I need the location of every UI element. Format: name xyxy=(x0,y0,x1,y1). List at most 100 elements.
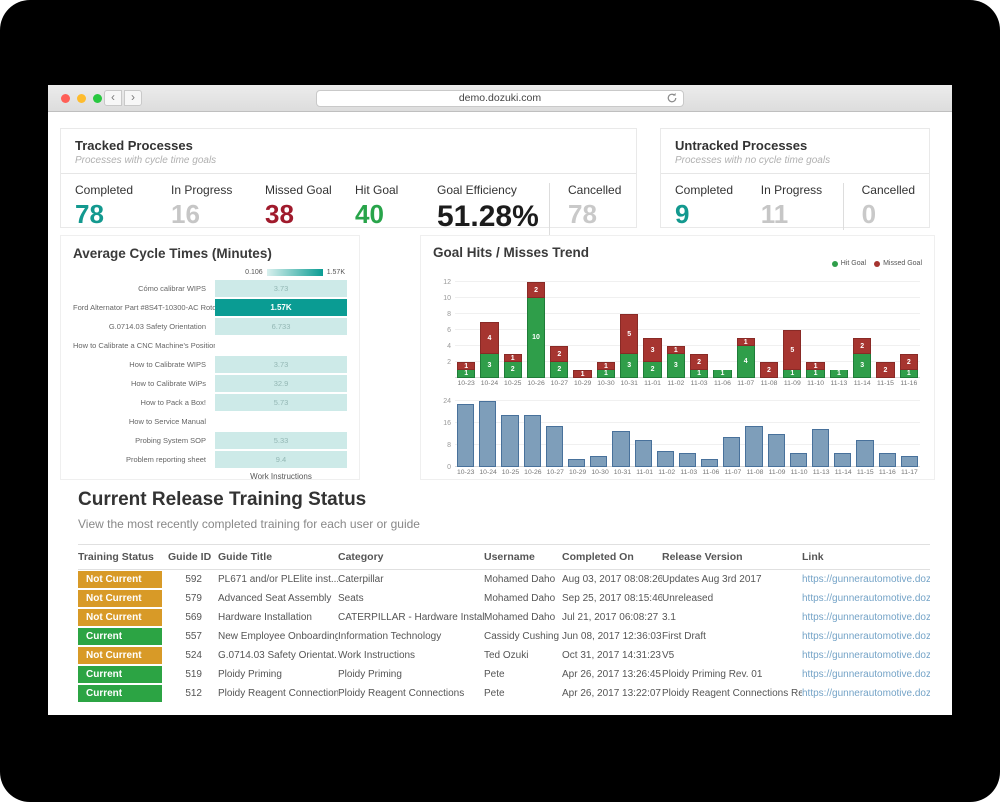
missed-goal-segment[interactable]: 1 xyxy=(667,346,685,354)
trend-bar-10-31: 53 xyxy=(620,282,638,378)
guide-link[interactable]: https://gunnerautomotive.dozuki.co... xyxy=(802,612,930,623)
hit-goal-segment[interactable]: 2 xyxy=(504,362,522,378)
guide-link[interactable]: https://gunnerautomotive.dozuki.co... xyxy=(802,574,930,585)
hit-goal-segment[interactable]: 2 xyxy=(550,362,568,378)
hit-goal-segment[interactable]: 1 xyxy=(783,370,801,378)
volume-bar[interactable] xyxy=(901,456,918,467)
missed-goal-segment[interactable]: 1 xyxy=(457,362,475,370)
hit-goal-segment[interactable]: 1 xyxy=(597,370,615,378)
guide-link[interactable]: https://gunnerautomotive.dozuki.co... xyxy=(802,688,930,699)
missed-goal-segment[interactable]: 2 xyxy=(527,282,545,298)
reload-icon[interactable] xyxy=(665,92,678,105)
x-tick-label: 11-02 xyxy=(667,380,685,387)
missed-goal-segment[interactable]: 2 xyxy=(760,362,778,378)
completed-on-cell: Aug 03, 2017 08:08:26 xyxy=(562,570,662,590)
missed-goal-segment[interactable]: 2 xyxy=(900,354,918,370)
volume-bar[interactable] xyxy=(768,434,785,467)
volume-bar[interactable] xyxy=(856,440,873,468)
volume-bar[interactable] xyxy=(701,459,718,467)
guide-link[interactable]: https://gunnerautomotive.dozuki.co... xyxy=(802,631,930,642)
missed-goal-segment[interactable]: 1 xyxy=(573,370,591,378)
hit-goal-segment[interactable]: 2 xyxy=(643,362,661,378)
missed-goal-segment[interactable]: 1 xyxy=(737,338,755,346)
cycle-value-cell[interactable]: 9.4 xyxy=(215,451,347,468)
training-status-cell: Current xyxy=(78,684,168,703)
forward-button[interactable]: › xyxy=(124,90,142,106)
hit-goal-segment[interactable]: 3 xyxy=(620,354,638,378)
volume-bar-10-24 xyxy=(479,401,496,467)
hit-goal-segment[interactable]: 3 xyxy=(853,354,871,378)
missed-goal-segment[interactable]: 1 xyxy=(806,362,824,370)
hit-goal-segment[interactable]: 10 xyxy=(527,298,545,378)
completed-on-cell: Apr 26, 2017 13:26:45 xyxy=(562,665,662,684)
volume-bar[interactable] xyxy=(790,453,807,467)
hit-goal-segment[interactable]: 1 xyxy=(457,370,475,378)
missed-goal-segment[interactable]: 2 xyxy=(876,362,894,378)
volume-bar[interactable] xyxy=(723,437,740,467)
hit-goal-segment[interactable]: 4 xyxy=(737,346,755,378)
trend-bar-11-01: 32 xyxy=(643,282,661,378)
missed-goal-segment[interactable]: 1 xyxy=(597,362,615,370)
volume-bar[interactable] xyxy=(679,453,696,467)
hit-goal-segment[interactable]: 1 xyxy=(713,370,731,378)
volume-bar[interactable] xyxy=(612,431,629,467)
volume-bar[interactable] xyxy=(524,415,541,467)
cycle-value-cell[interactable]: 1.57K xyxy=(215,299,347,316)
missed-goal-segment[interactable]: 4 xyxy=(480,322,498,354)
back-button[interactable]: ‹ xyxy=(104,90,122,106)
volume-bar[interactable] xyxy=(568,459,585,467)
trend-chart-title: Goal Hits / Misses Trend xyxy=(433,245,924,260)
category-cell: Ploidy Priming xyxy=(338,665,484,684)
cycle-value-cell[interactable]: 5.73 xyxy=(215,394,347,411)
stat-missed-goal: Missed Goal38 xyxy=(265,183,355,235)
guide-link[interactable]: https://gunnerautomotive.dozuki.co... xyxy=(802,650,930,661)
volume-bars xyxy=(455,401,920,467)
volume-bar[interactable] xyxy=(479,401,496,467)
missed-goal-segment[interactable]: 5 xyxy=(783,330,801,370)
stat-in-progress: In Progress16 xyxy=(171,183,265,235)
hit-goal-segment[interactable]: 3 xyxy=(480,354,498,378)
zoom-window-button[interactable] xyxy=(93,94,102,103)
volume-bar-10-27 xyxy=(546,401,563,467)
hit-goal-segment[interactable]: 1 xyxy=(830,370,848,378)
close-window-button[interactable] xyxy=(61,94,70,103)
hit-goal-segment[interactable]: 1 xyxy=(690,370,708,378)
missed-goal-segment[interactable]: 2 xyxy=(853,338,871,354)
status-badge: Current xyxy=(78,666,162,683)
volume-bar[interactable] xyxy=(501,415,518,467)
x-tick-label: 10-23 xyxy=(457,380,475,387)
cycle-value-cell[interactable]: 6.733 xyxy=(215,318,347,335)
volume-bar[interactable] xyxy=(657,451,674,468)
cycle-value-cell[interactable]: 32.9 xyxy=(215,375,347,392)
cycle-row-g-0714-03-safety-orientation: G.0714.03 Safety Orientation6.733 xyxy=(73,317,347,336)
legend-item-missed-goal: Missed Goal xyxy=(874,260,922,267)
cycle-row-ford-alternator-part-8s4t-10300-ac-roto: Ford Alternator Part #8S4T-10300-AC Roto… xyxy=(73,298,347,317)
cycle-row-label: Probing System SOP xyxy=(73,436,215,445)
volume-bar[interactable] xyxy=(879,453,896,467)
volume-bar[interactable] xyxy=(812,429,829,468)
minimize-window-button[interactable] xyxy=(77,94,86,103)
missed-goal-segment[interactable]: 1 xyxy=(504,354,522,362)
hit-goal-segment[interactable]: 1 xyxy=(900,370,918,378)
address-bar[interactable]: demo.dozuki.com xyxy=(316,90,684,107)
guide-link[interactable]: https://gunnerautomotive.dozuki.co... xyxy=(802,593,930,604)
volume-bar[interactable] xyxy=(590,456,607,467)
missed-goal-segment[interactable]: 3 xyxy=(643,338,661,362)
volume-bar-11-03 xyxy=(679,401,696,467)
volume-bar[interactable] xyxy=(635,440,652,468)
volume-bar[interactable] xyxy=(745,426,762,467)
missed-goal-segment[interactable]: 2 xyxy=(550,346,568,362)
guide-link[interactable]: https://gunnerautomotive.dozuki.co... xyxy=(802,669,930,680)
missed-goal-segment[interactable]: 5 xyxy=(620,314,638,354)
stat-label: Hit Goal xyxy=(355,183,437,197)
volume-bar[interactable] xyxy=(834,453,851,467)
cycle-value-cell[interactable]: 5.33 xyxy=(215,432,347,449)
hit-goal-segment[interactable]: 3 xyxy=(667,354,685,378)
volume-bar[interactable] xyxy=(546,426,563,467)
cycle-value-cell[interactable]: 3.73 xyxy=(215,356,347,373)
volume-bar[interactable] xyxy=(457,404,474,467)
hit-goal-segment[interactable]: 1 xyxy=(806,370,824,378)
missed-goal-segment[interactable]: 2 xyxy=(690,354,708,370)
cycle-value-cell[interactable]: 3.73 xyxy=(215,280,347,297)
column-header-guide-id: Guide ID xyxy=(168,545,218,570)
